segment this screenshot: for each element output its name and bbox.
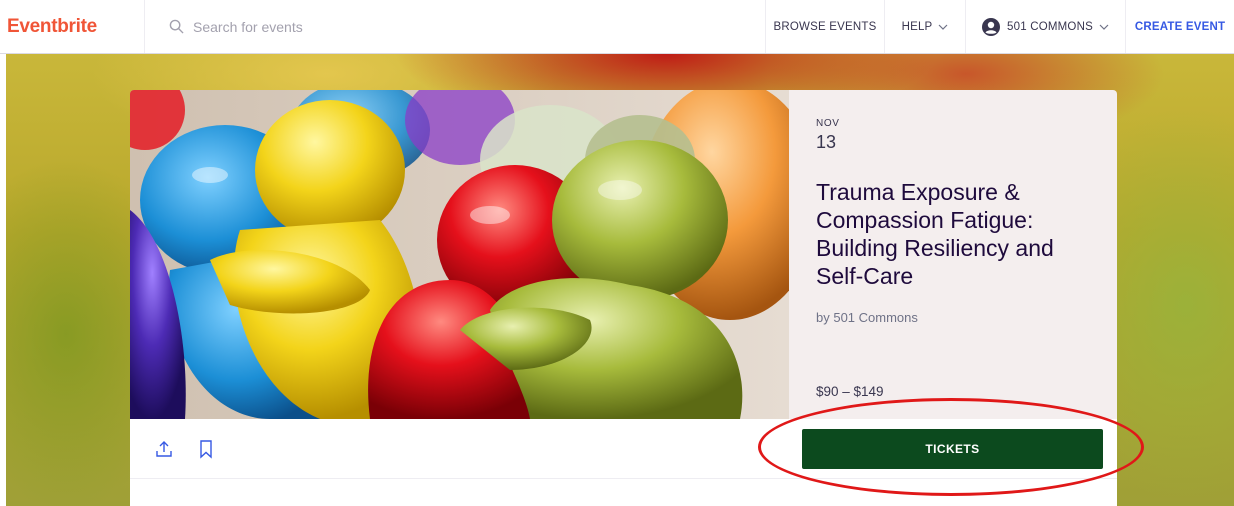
browse-events-label: BROWSE EVENTS [773,20,877,33]
create-event-label: CREATE EVENT [1134,20,1226,33]
user-avatar-icon [982,17,1001,36]
event-price-range: $90 – $149 [816,384,884,399]
event-details-section [130,479,1117,506]
chevron-down-icon [938,24,948,30]
event-image-figurines [130,90,789,419]
event-organizer: by 501 Commons [816,310,918,325]
event-info-panel: NOV 13 Trauma Exposure & Compassion Fati… [789,90,1117,419]
event-date-month: NOV [816,118,840,129]
share-icon[interactable] [154,439,174,459]
browse-events-link[interactable]: BROWSE EVENTS [765,0,884,53]
search-icon [169,19,184,34]
create-event-link[interactable]: CREATE EVENT [1125,0,1234,53]
event-image [130,90,789,419]
tickets-button[interactable]: TICKETS [802,429,1103,469]
search-input[interactable] [193,18,493,35]
account-menu[interactable]: 501 COMMONS [965,0,1125,53]
bookmark-icon[interactable] [196,439,216,459]
event-title: Trauma Exposure & Compassion Fatigue: Bu… [816,179,1054,289]
eventbrite-logo[interactable]: Eventbrite [0,0,145,53]
help-label: HELP [901,20,933,33]
chevron-down-icon [1099,24,1109,30]
event-date-day: 13 [816,132,837,152]
event-action-bar: TICKETS [130,419,1117,479]
top-navigation-bar: Eventbrite BROWSE EVENTS HELP 501 COMMON… [0,0,1234,54]
account-label: 501 COMMONS [1007,20,1093,33]
search-bar[interactable] [145,0,765,53]
help-menu[interactable]: HELP [884,0,965,53]
